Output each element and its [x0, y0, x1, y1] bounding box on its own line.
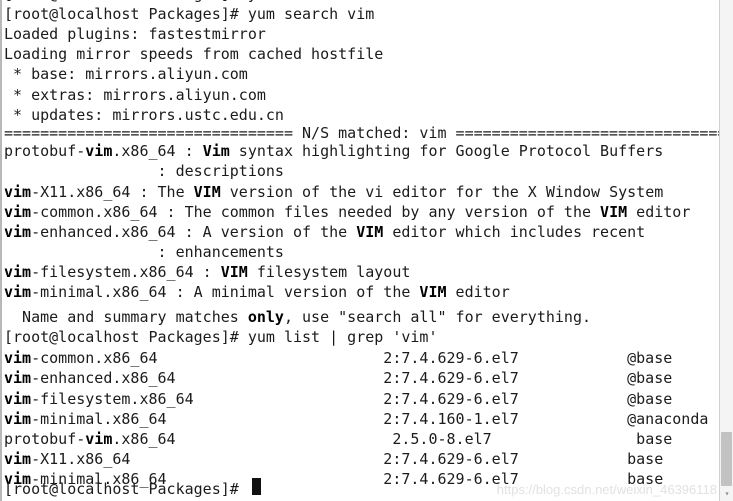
terminal-line: vim-X11.x86_64 2:7.4.629-6.el7 base [4, 450, 664, 468]
terminal-line: [root@localhost Packages]# [4, 480, 248, 498]
terminal-screen[interactable]: [root@localhost Packages]# yum search vi… [4, 0, 719, 501]
terminal-line: vim-filesystem.x86_64 2:7.4.629-6.el7 @b… [4, 390, 673, 408]
terminal-line: * base: mirrors.aliyun.com [4, 65, 248, 83]
terminal-line: : enhancements [4, 243, 284, 261]
window-left-border [0, 0, 2, 501]
terminal-line: Name and summary matches only, use "sear… [4, 308, 592, 326]
terminal-line: [root@localhost Packages]# yum search vi… [4, 5, 375, 23]
terminal-line: vim-enhanced.x86_64 : A version of the V… [4, 223, 646, 241]
terminal-line: vim-common.x86_64 2:7.4.629-6.el7 @base [4, 349, 673, 367]
terminal-line: [root@localhost Packages]# yum list | gr… [4, 328, 438, 346]
terminal-line: vim-X11.x86_64 : The VIM version of the … [4, 183, 664, 201]
terminal-window[interactable]: [root@localhost Packages]# yum search vi… [0, 0, 733, 501]
terminal-line: Loading mirror speeds from cached hostfi… [4, 45, 384, 63]
terminal-line: vim-enhanced.x86_64 2:7.4.629-6.el7 @bas… [4, 369, 673, 387]
terminal-line: vim-minimal.x86_64 : A minimal version o… [4, 283, 510, 301]
scrollbar-track[interactable] [720, 0, 733, 501]
scrollbar-thumb[interactable] [721, 432, 732, 486]
terminal-line: vim-minimal.x86_64 2:7.4.160-1.el7 @anac… [4, 410, 709, 428]
terminal-line: * extras: mirrors.aliyun.com [4, 86, 266, 104]
terminal-line: Loaded plugins: fastestmirror [4, 25, 266, 43]
terminal-line: vim-filesystem.x86_64 : VIM filesystem l… [4, 263, 411, 281]
vertical-scrollbar[interactable]: ▾ [719, 0, 733, 501]
terminal-line: : descriptions [4, 162, 284, 180]
text-cursor [252, 478, 261, 495]
chevron-down-icon[interactable]: ▾ [720, 487, 733, 501]
terminal-line: protobuf-vim.x86_64 2.5.0-8.el7 base [4, 430, 673, 448]
terminal-line: vim-common.x86_64 : The common files nee… [4, 203, 691, 221]
terminal-line: protobuf-vim.x86_64 : Vim syntax highlig… [4, 142, 664, 160]
